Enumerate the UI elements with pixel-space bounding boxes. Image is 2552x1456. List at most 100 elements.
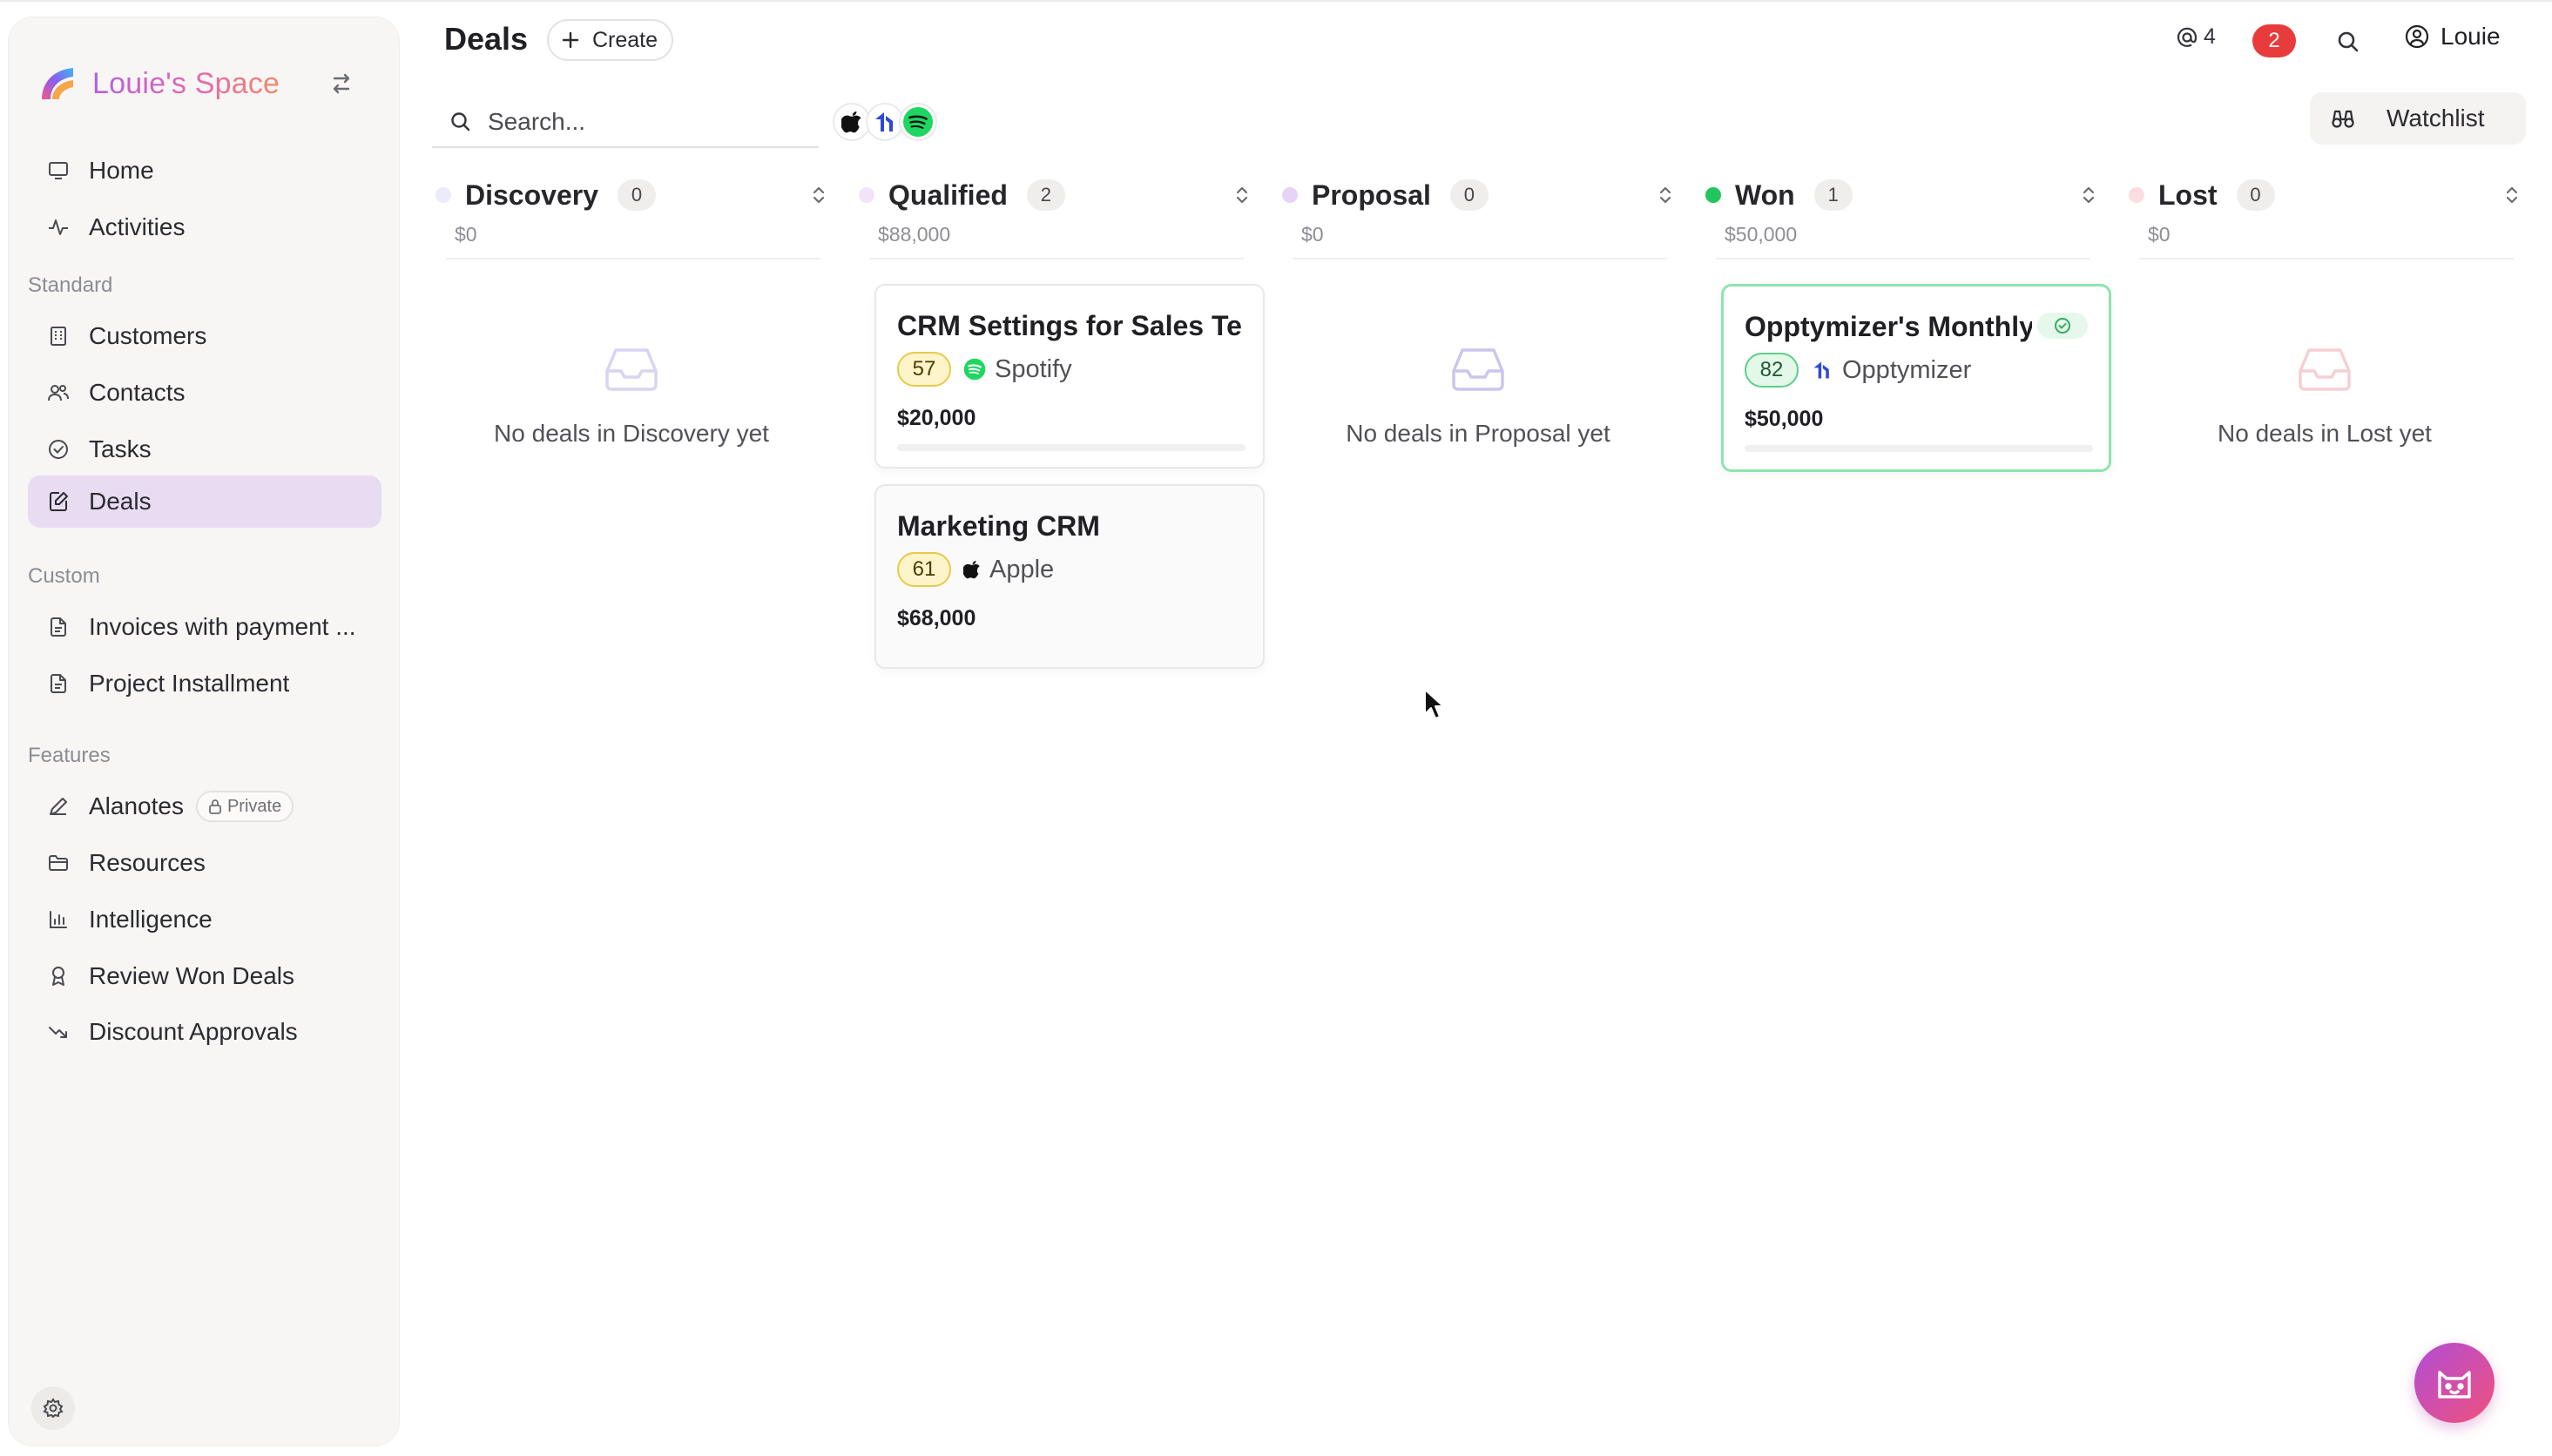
column-count: 0 [617,179,656,211]
empty-state-text: No deals in Discovery yet [494,420,769,447]
sort-icon[interactable] [1653,183,1678,207]
sidebar-item-home[interactable]: Home [28,145,381,197]
sidebar-item-customers[interactable]: Customers [28,310,381,362]
sort-icon[interactable] [1230,183,1254,207]
deal-score: 61 [897,552,951,587]
deal-card[interactable]: Opptymizer's Monthly 82 Opptymizer $50,0… [1721,284,2111,472]
column-count: 0 [1449,179,1489,211]
column-divider [446,258,820,260]
inbox-icon [605,348,658,391]
at-sign-icon [2177,27,2198,47]
sidebar-item-contacts[interactable]: Contacts [28,367,381,419]
brand[interactable]: Louie's Space [38,57,280,110]
stage-dot [1705,187,1721,203]
spotify-icon [903,107,933,137]
section-label-features: Features [28,744,111,767]
spotify-icon [963,358,986,381]
sidebar-item-activities[interactable]: Activities [28,201,381,253]
rainbow-logo-icon [42,68,73,99]
user-menu[interactable]: Louie [2404,23,2501,51]
plus-icon [562,31,579,49]
column-divider [1716,258,2090,260]
deal-progress-track [1745,445,2093,452]
column-title: Won [1735,179,1795,211]
cat-face-icon [2438,1371,2471,1399]
settings-button[interactable] [31,1386,75,1430]
check-circle-icon [45,436,71,462]
deal-company[interactable]: Apple [963,556,1054,584]
sidebar-item-alanotes[interactable]: Alanotes Private [28,780,381,832]
sort-icon[interactable] [2500,183,2524,207]
deal-amount: $68,000 [897,606,976,630]
activity-icon [45,214,71,240]
create-deal-button[interactable]: Create [547,19,674,61]
deal-search [432,98,819,148]
deal-company[interactable]: Opptymizer [1811,356,1971,385]
collapse-sidebar-icon[interactable] [326,68,357,99]
assistant-button[interactable] [2414,1343,2495,1423]
sidebar-item-invoices[interactable]: Invoices with payment ... [28,601,381,653]
deal-score: 82 [1745,353,1799,388]
column-total: $0 [455,223,477,246]
empty-state: No deals in Proposal yet [1279,345,1678,448]
spotify-filter[interactable] [899,103,937,141]
section-label-custom: Custom [28,564,100,588]
apple-icon [963,561,980,579]
lock-icon [209,799,221,814]
column-lost: Lost 0 $0 No deals in Lost yet [2125,171,2524,658]
user-circle-icon [2405,24,2429,49]
deal-title: CRM Settings for Sales Te [897,310,1242,341]
search-icon[interactable] [2334,28,2362,56]
sidebar-item-review-won-deals[interactable]: Review Won Deals [28,950,381,1002]
gear-icon [43,1398,64,1419]
trend-down-icon [45,1019,71,1045]
document-icon [45,671,71,697]
search-input[interactable] [488,108,801,136]
sort-icon[interactable] [807,183,831,207]
workspace-name: Louie's Space [92,66,280,100]
users-icon [45,380,71,406]
column-title: Lost [2158,179,2218,211]
column-title: Qualified [888,179,1008,211]
inbox-icon [1452,348,1504,391]
deal-meta: 61 Apple [897,552,1054,587]
deal-card[interactable]: CRM Settings for Sales Te 57 Spotify $20… [874,284,1265,468]
sidebar-item-tasks[interactable]: Tasks [28,423,381,475]
sidebar-item-deals[interactable]: Deals [28,475,381,528]
award-icon [45,963,71,989]
notifications-badge[interactable]: 2 [2252,24,2296,57]
mentions-button[interactable]: 4 [2176,24,2216,50]
deal-progress-track [897,444,1246,451]
column-header: Discovery 0 [432,171,831,219]
stage-dot [1282,187,1298,203]
sidebar-item-project-installment[interactable]: Project Installment [28,657,381,710]
column-header: Won 1 [1702,171,2101,219]
deal-card[interactable]: Marketing CRM 61 Apple $68,000 [874,484,1265,669]
watchlist-button[interactable]: Watchlist [2310,92,2526,145]
monitor-icon [45,158,71,184]
column-divider [869,258,1244,260]
deal-company[interactable]: Spotify [963,355,1072,384]
search-icon [451,112,470,131]
deal-title: Marketing CRM [897,510,1100,542]
stage-dot [859,187,874,203]
column-total: $88,000 [878,223,951,246]
deal-amount: $50,000 [1745,407,1824,431]
stage-dot [2129,187,2144,203]
empty-state-text: No deals in Lost yet [2218,420,2432,447]
column-won: Won 1 $50,000 Opptymizer's Monthly 82 Op… [1702,171,2111,658]
document-icon [45,614,71,640]
column-header: Proposal 0 [1279,171,1678,219]
sort-icon[interactable] [2076,183,2101,207]
column-title: Discovery [465,179,598,211]
column-divider [1293,258,1667,260]
column-divider [2139,258,2514,260]
binoculars-icon [2332,110,2354,128]
column-title: Proposal [1312,179,1431,211]
sidebar-item-resources[interactable]: Resources [28,837,381,889]
deal-amount: $20,000 [897,406,976,430]
apple-icon [841,111,861,133]
sidebar-item-intelligence[interactable]: Intelligence [28,893,381,946]
edit-document-icon [45,489,71,515]
sidebar-item-discount-approvals[interactable]: Discount Approvals [28,1006,381,1058]
